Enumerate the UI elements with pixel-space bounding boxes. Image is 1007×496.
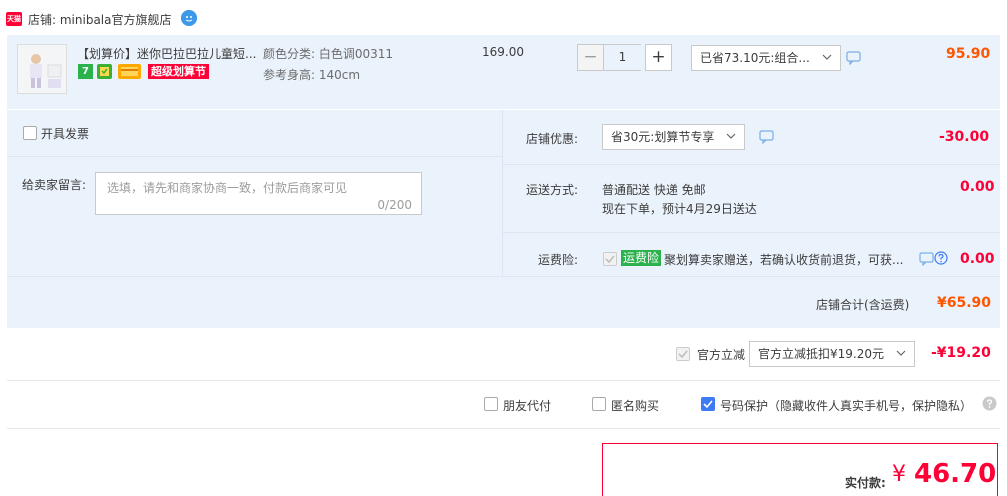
divider bbox=[503, 232, 1000, 233]
credit-card-icon bbox=[118, 64, 141, 79]
official-discount-checkbox[interactable] bbox=[676, 347, 690, 361]
anonymous-label: 匿名购买 bbox=[611, 399, 660, 413]
friend-pay-label: 朋友代付 bbox=[503, 399, 552, 413]
divider bbox=[7, 276, 1000, 277]
chat-bubble-icon[interactable] bbox=[846, 51, 862, 65]
chat-bubble-icon[interactable] bbox=[919, 252, 935, 266]
official-discount-select-value: 官方立减抵扣¥19.20元 bbox=[758, 347, 884, 361]
delivery-eta: 现在下单，预计4月29日送达 bbox=[602, 202, 757, 216]
item-title[interactable]: 【划算价】迷你巴拉巴拉儿童短... bbox=[77, 45, 259, 62]
message-textarea[interactable]: 选填，请先和商家协商一致，付款后商家可见 0/200 bbox=[95, 172, 422, 215]
product-thumbnail[interactable] bbox=[17, 44, 67, 94]
message-placeholder: 选填，请先和商家协商一致，付款后商家可见 bbox=[107, 181, 348, 195]
help-icon[interactable] bbox=[982, 396, 997, 411]
quantity-plus-button[interactable]: + bbox=[645, 44, 672, 71]
message-label: 给卖家留言: bbox=[22, 178, 87, 192]
panel-divider bbox=[502, 110, 503, 276]
payment-amount: 46.70 bbox=[914, 459, 997, 489]
help-icon[interactable] bbox=[934, 251, 948, 265]
divider bbox=[7, 156, 502, 157]
quantity-minus-button[interactable]: − bbox=[577, 44, 604, 71]
shop-total-label: 店铺合计(含运费) bbox=[816, 298, 910, 312]
insurance-checkbox[interactable] bbox=[603, 252, 617, 266]
number-protect-label: 号码保护（隐藏收件人真实手机号，保护隐私） bbox=[720, 399, 973, 413]
promo-select-value: 已省73.10元:组合... bbox=[700, 51, 810, 65]
shop-discount-amount: -30.00 bbox=[939, 129, 990, 145]
shop-name[interactable]: 店铺: minibala官方旗舰店 bbox=[28, 11, 171, 28]
chevron-down-icon bbox=[726, 133, 736, 139]
insurance-amount: 0.00 bbox=[960, 251, 995, 267]
message-counter: 0/200 bbox=[377, 198, 412, 212]
payment-label: 实付款: bbox=[845, 476, 886, 490]
divider bbox=[7, 380, 1000, 381]
delivery-method: 普通配送 快递 免邮 bbox=[602, 183, 706, 197]
delivery-label: 运送方式: bbox=[526, 183, 579, 197]
sku-height: 参考身高: 140cm bbox=[263, 68, 361, 82]
chevron-down-icon bbox=[896, 350, 906, 356]
official-discount-amount: -¥19.20 bbox=[931, 345, 991, 361]
super-deal-badge: 超级划算节 bbox=[148, 64, 209, 79]
friend-pay-checkbox[interactable] bbox=[484, 397, 498, 411]
promo-select[interactable]: 已省73.10元:组合... bbox=[691, 45, 841, 71]
invoice-checkbox[interactable] bbox=[23, 126, 37, 140]
anonymous-checkbox[interactable] bbox=[592, 397, 606, 411]
insurance-tag: 运费险 bbox=[621, 250, 662, 266]
insurance-label: 运费险: bbox=[538, 253, 579, 267]
invoice-label: 开具发票 bbox=[41, 127, 90, 141]
sku-color: 颜色分类: 白色调00311 bbox=[263, 47, 394, 61]
divider bbox=[503, 164, 1000, 165]
shop-discount-select-value: 省30元:划算节专享 bbox=[611, 130, 715, 144]
insurance-text: 聚划算卖家赠送，若确认收货前退货，可获... bbox=[664, 253, 904, 267]
quantity-input[interactable]: 1 bbox=[604, 44, 641, 71]
shop-discount-label: 店铺优惠: bbox=[526, 132, 579, 146]
divider bbox=[7, 428, 1000, 429]
item-subtotal: 95.90 bbox=[946, 46, 991, 62]
delivery-amount: 0.00 bbox=[960, 179, 995, 195]
tmall-badge: 天猫 bbox=[6, 12, 22, 26]
unit-price: 169.00 bbox=[482, 45, 524, 59]
chevron-down-icon bbox=[822, 54, 832, 60]
chat-bubble-icon[interactable] bbox=[759, 130, 775, 144]
shop-discount-select[interactable]: 省30元:划算节专享 bbox=[602, 124, 745, 150]
payment-currency: ¥ bbox=[892, 462, 906, 487]
seven-day-return-badge: 7 bbox=[78, 64, 93, 79]
official-discount-select[interactable]: 官方立减抵扣¥19.20元 bbox=[749, 341, 915, 367]
shop-total-amount: ¥65.90 bbox=[937, 295, 992, 311]
guarantee-icon bbox=[97, 64, 112, 79]
number-protect-checkbox[interactable] bbox=[701, 397, 715, 411]
official-discount-label: 官方立减 bbox=[697, 348, 746, 362]
wangwang-chat-icon[interactable] bbox=[181, 10, 197, 26]
